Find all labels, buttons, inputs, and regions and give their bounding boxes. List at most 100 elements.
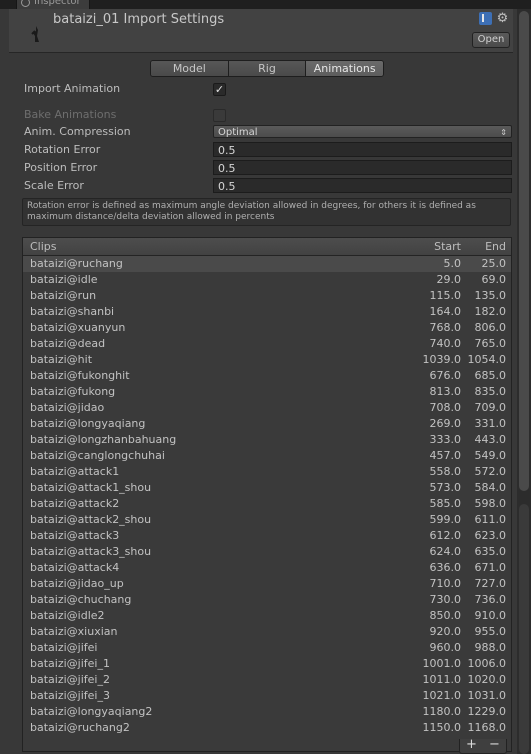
clip-row[interactable]: bataizi@longyaqiang 269.0 331.0 bbox=[23, 416, 511, 432]
tab-animations[interactable]: Animations bbox=[306, 61, 383, 76]
clips-header-end: End bbox=[485, 240, 506, 253]
window-tabstrip: Inspector bbox=[0, 0, 531, 9]
scale-error-field[interactable]: 0.5 bbox=[213, 178, 512, 193]
import-settings-header: bataizi_01 Import Settings ⚙ Open bbox=[9, 9, 513, 53]
rotation-error-field[interactable]: 0.5 bbox=[213, 142, 512, 157]
clip-start: 1150.0 bbox=[422, 721, 462, 734]
clip-start: 624.0 bbox=[429, 545, 462, 558]
anim-compression-row: Anim. Compression Optimal ⇕ bbox=[24, 124, 514, 140]
anim-compression-value: Optimal bbox=[218, 127, 258, 138]
clip-start: 1021.0 bbox=[422, 689, 462, 702]
clip-end: 988.0 bbox=[474, 641, 507, 654]
clip-row[interactable]: bataizi@ruchang 5.0 25.0 bbox=[23, 256, 511, 272]
error-help-box: Rotation error is defined as maximum ang… bbox=[22, 198, 511, 226]
inspector-tab-label: Inspector bbox=[34, 0, 81, 7]
tab-rig[interactable]: Rig bbox=[228, 61, 307, 76]
bake-animations-checkbox[interactable] bbox=[213, 109, 226, 122]
position-error-field[interactable]: 0.5 bbox=[213, 160, 512, 175]
clip-name: bataizi@fukonghit bbox=[30, 369, 130, 382]
add-clip-button[interactable]: + bbox=[460, 738, 483, 753]
clip-row[interactable]: bataizi@idle 29.0 69.0 bbox=[23, 272, 511, 288]
inspector-tab[interactable]: Inspector bbox=[16, 0, 90, 9]
clip-row[interactable]: bataizi@shanbi 164.0 182.0 bbox=[23, 304, 511, 320]
clip-start: 960.0 bbox=[429, 641, 462, 654]
clip-row[interactable]: bataizi@xiuxian 920.0 955.0 bbox=[23, 624, 511, 640]
clip-row[interactable]: bataizi@idle2 850.0 910.0 bbox=[23, 608, 511, 624]
clip-row[interactable]: bataizi@attack1 558.0 572.0 bbox=[23, 464, 511, 480]
clips-header-start: Start bbox=[434, 240, 461, 253]
clip-row[interactable]: bataizi@jifei_2 1011.0 1020.0 bbox=[23, 672, 511, 688]
clip-name: bataizi@jifei_1 bbox=[30, 657, 110, 670]
clip-row[interactable]: bataizi@attack4 636.0 671.0 bbox=[23, 560, 511, 576]
clip-end: 331.0 bbox=[474, 417, 507, 430]
import-animation-label: Import Animation bbox=[24, 82, 121, 95]
clip-row[interactable]: bataizi@fukonghit 676.0 685.0 bbox=[23, 368, 511, 384]
clip-end: 572.0 bbox=[474, 465, 507, 478]
clip-end: 1229.0 bbox=[467, 705, 507, 718]
clips-header-name: Clips bbox=[30, 240, 57, 253]
scale-error-label: Scale Error bbox=[24, 179, 84, 192]
clip-name: bataizi@hit bbox=[30, 353, 93, 366]
clip-name: bataizi@attack1 bbox=[30, 465, 120, 478]
tab-model[interactable]: Model bbox=[151, 61, 229, 76]
clip-row[interactable]: bataizi@attack3_shou 624.0 635.0 bbox=[23, 544, 511, 560]
clip-row[interactable]: bataizi@longyaqiang2 1180.0 1229.0 bbox=[23, 704, 511, 720]
clip-row[interactable]: bataizi@jifei_3 1021.0 1031.0 bbox=[23, 688, 511, 704]
scrollbar-thumb[interactable] bbox=[519, 11, 529, 491]
clip-start: 558.0 bbox=[429, 465, 462, 478]
gear-icon[interactable]: ⚙ bbox=[496, 12, 509, 25]
import-animation-checkbox[interactable]: ✓ bbox=[213, 83, 226, 96]
remove-clip-button[interactable]: − bbox=[483, 738, 506, 753]
clip-end: 1006.0 bbox=[467, 657, 507, 670]
clip-start: 1001.0 bbox=[422, 657, 462, 670]
clips-footer: + − bbox=[459, 738, 507, 754]
clip-start: 457.0 bbox=[429, 449, 462, 462]
inspector-scrollbar[interactable] bbox=[517, 9, 531, 754]
clip-row[interactable]: bataizi@attack3 612.0 623.0 bbox=[23, 528, 511, 544]
clip-row[interactable]: bataizi@attack1_shou 573.0 584.0 bbox=[23, 480, 511, 496]
clip-name: bataizi@longyaqiang2 bbox=[30, 705, 153, 718]
anim-compression-dropdown[interactable]: Optimal ⇕ bbox=[213, 125, 512, 138]
clip-row[interactable]: bataizi@jidao 708.0 709.0 bbox=[23, 400, 511, 416]
clip-end: 549.0 bbox=[474, 449, 507, 462]
clip-name: bataizi@attack2 bbox=[30, 497, 120, 510]
clip-start: 636.0 bbox=[429, 561, 462, 574]
clip-row[interactable]: bataizi@dead 740.0 765.0 bbox=[23, 336, 511, 352]
clip-name: bataizi@attack4 bbox=[30, 561, 120, 574]
clip-row[interactable]: bataizi@ruchang2 1150.0 1168.0 bbox=[23, 720, 511, 736]
clip-row[interactable]: bataizi@jifei_1 1001.0 1006.0 bbox=[23, 656, 511, 672]
clip-name: bataizi@run bbox=[30, 289, 97, 302]
clip-end: 1020.0 bbox=[467, 673, 507, 686]
clip-name: bataizi@shanbi bbox=[30, 305, 115, 318]
clip-row[interactable]: bataizi@jidao_up 710.0 727.0 bbox=[23, 576, 511, 592]
anim-compression-label: Anim. Compression bbox=[24, 125, 131, 138]
clip-end: 443.0 bbox=[474, 433, 507, 446]
clip-end: 1054.0 bbox=[467, 353, 507, 366]
clip-row[interactable]: bataizi@canglongchuhai 457.0 549.0 bbox=[23, 448, 511, 464]
clip-row[interactable]: bataizi@run 115.0 135.0 bbox=[23, 288, 511, 304]
clip-row[interactable]: bataizi@xuanyun 768.0 806.0 bbox=[23, 320, 511, 336]
clip-name: bataizi@ruchang bbox=[30, 257, 123, 270]
clip-end: 685.0 bbox=[474, 369, 507, 382]
clip-start: 768.0 bbox=[429, 321, 462, 334]
clip-name: bataizi@jifei_3 bbox=[30, 689, 110, 702]
clip-start: 708.0 bbox=[429, 401, 462, 414]
book-icon[interactable] bbox=[479, 12, 492, 25]
clip-name: bataizi@attack1_shou bbox=[30, 481, 152, 494]
clip-row[interactable]: bataizi@attack2 585.0 598.0 bbox=[23, 496, 511, 512]
clip-row[interactable]: bataizi@jifei 960.0 988.0 bbox=[23, 640, 511, 656]
clip-row[interactable]: bataizi@attack2_shou 599.0 611.0 bbox=[23, 512, 511, 528]
clip-row[interactable]: bataizi@hit 1039.0 1054.0 bbox=[23, 352, 511, 368]
open-button[interactable]: Open bbox=[472, 32, 510, 48]
clip-name: bataizi@attack2_shou bbox=[30, 513, 152, 526]
clips-list: Clips Start End bataizi@ruchang 5.0 25.0 ba… bbox=[22, 237, 512, 752]
clip-start: 730.0 bbox=[429, 593, 462, 606]
clip-row[interactable]: bataizi@fukong 813.0 835.0 bbox=[23, 384, 511, 400]
clip-rows: bataizi@ruchang 5.0 25.0 bataizi@idle 29.0 69… bbox=[23, 256, 511, 736]
clip-row[interactable]: bataizi@chuchang 730.0 736.0 bbox=[23, 592, 511, 608]
dropdown-caret-icon: ⇕ bbox=[500, 128, 507, 137]
clip-end: 736.0 bbox=[474, 593, 507, 606]
clip-row[interactable]: bataizi@longzhanbahuang 333.0 443.0 bbox=[23, 432, 511, 448]
clip-start: 710.0 bbox=[429, 577, 462, 590]
clip-name: bataizi@jifei bbox=[30, 641, 98, 654]
